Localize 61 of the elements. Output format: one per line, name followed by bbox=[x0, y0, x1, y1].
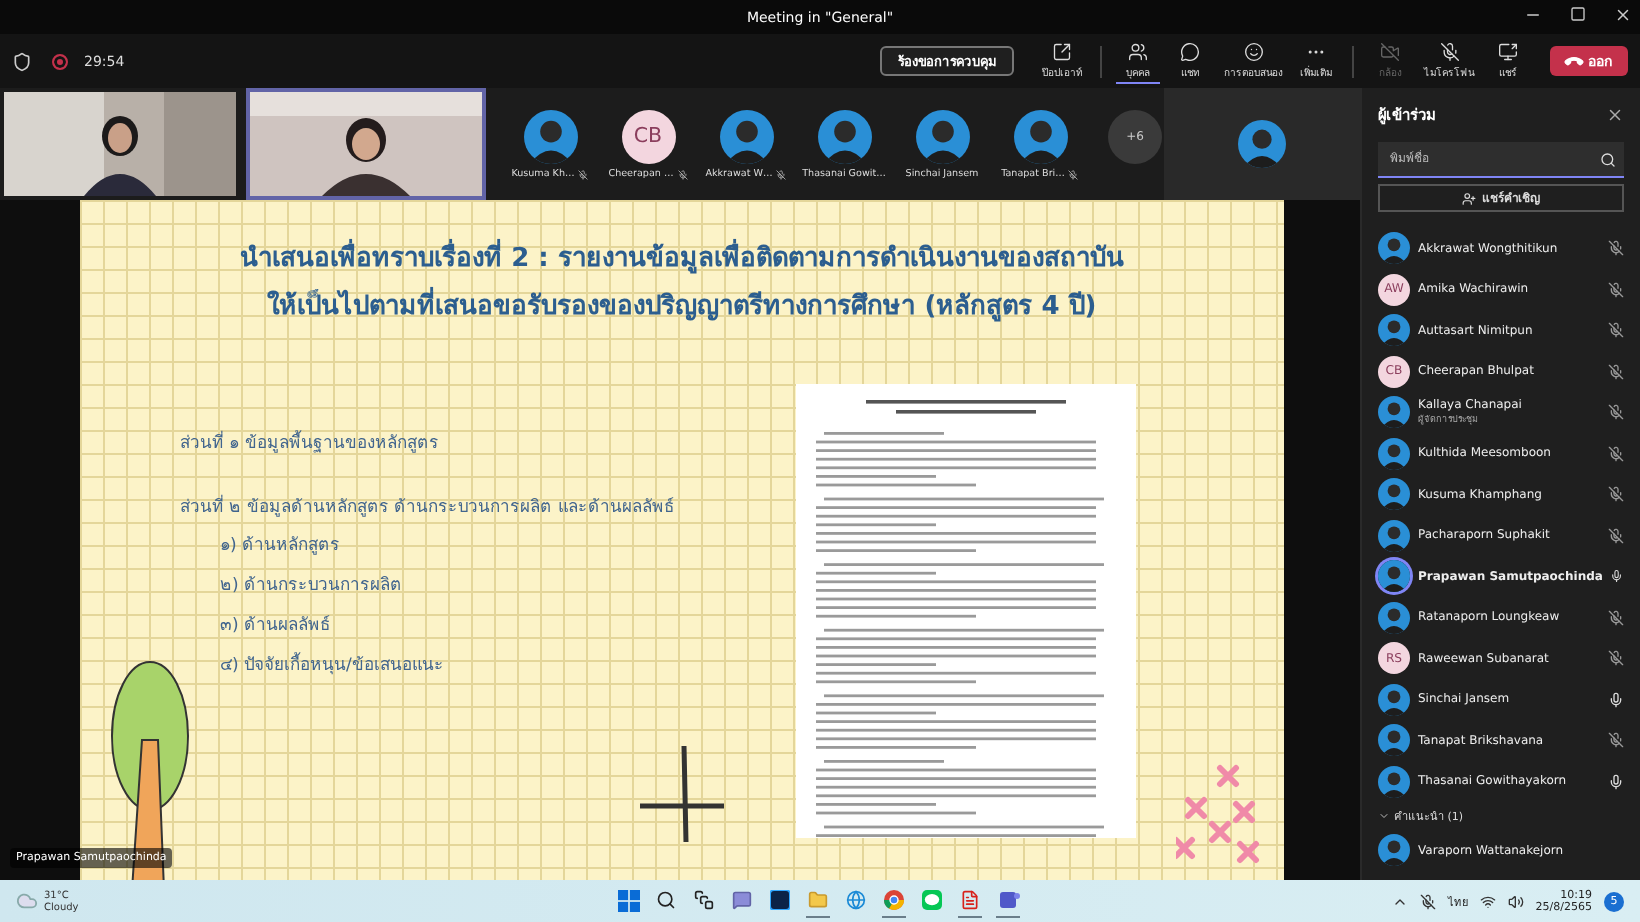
folder-icon bbox=[808, 890, 828, 910]
task-view-icon bbox=[694, 890, 714, 910]
slide-title: นำเสนอเพื่อทราบเรื่องที่ 2 : รายงานข้อมูลเพื่อติดตามการดำเนินงานของสถาบัน bbox=[80, 236, 1284, 284]
maximize-icon[interactable] bbox=[1570, 6, 1586, 22]
avatar bbox=[915, 109, 969, 163]
mic-off-icon bbox=[776, 169, 787, 179]
avatar bbox=[1378, 765, 1410, 798]
windows-logo-icon bbox=[617, 889, 639, 911]
chat-icon bbox=[1180, 42, 1200, 62]
volume-icon[interactable] bbox=[1507, 893, 1524, 909]
avatar bbox=[523, 109, 577, 163]
section-heading: ส่วนที่ ๒ ข้อมูลด้านหลักสูตร ด้านกระบวนการผลิต และด้านผลลัพธ์ bbox=[180, 492, 676, 520]
avatar bbox=[1378, 396, 1410, 429]
section-item: ๓) ด้านผลลัพธ์ bbox=[220, 613, 333, 638]
close-icon[interactable] bbox=[1614, 6, 1632, 24]
avatar bbox=[1238, 120, 1286, 168]
section-item: ๒) ด้านกระบวนการผลิต bbox=[220, 574, 405, 598]
mic-off-icon bbox=[677, 169, 688, 179]
avatar bbox=[1378, 683, 1410, 716]
smiley-icon bbox=[1243, 42, 1263, 62]
section-item: ๔) ปัจจัยเกื้อหนุน/ข้อเสนอแนะ bbox=[220, 650, 446, 678]
mic-off-icon bbox=[578, 169, 589, 179]
square-app-icon bbox=[770, 890, 790, 910]
cloud-icon bbox=[16, 890, 38, 912]
mic-off-icon bbox=[1068, 169, 1079, 179]
avatar bbox=[1378, 601, 1410, 634]
avatar bbox=[1378, 314, 1410, 347]
search-icon bbox=[1600, 151, 1616, 167]
document-icon bbox=[960, 890, 980, 910]
mic-off-icon bbox=[1439, 42, 1459, 62]
cross-drawing bbox=[640, 746, 724, 842]
avatar bbox=[719, 109, 773, 163]
shield-icon bbox=[12, 51, 32, 71]
avatar bbox=[1378, 519, 1410, 552]
round-app-icon bbox=[884, 890, 904, 910]
avatar-initials: CB bbox=[621, 109, 675, 163]
popout-icon bbox=[1052, 42, 1072, 62]
globe-icon bbox=[846, 890, 866, 910]
share-screen-icon bbox=[1498, 42, 1518, 62]
avatar bbox=[1378, 437, 1410, 470]
close-icon[interactable] bbox=[1606, 105, 1624, 123]
chat-bubble-app-icon bbox=[922, 890, 942, 910]
avatar bbox=[1378, 232, 1410, 265]
avatar bbox=[1378, 724, 1410, 757]
slide-title: ให้เป็นไปตามที่เสนอขอรับรองของปริญญาตรีทางการศึกษา (หลักสูตร 4 ปี) bbox=[80, 284, 1284, 332]
add-person-icon bbox=[1462, 191, 1476, 205]
section-heading: ส่วนที่ ๑ ข้อมูลพื้นฐานของหลักสูตร bbox=[180, 428, 441, 456]
avatar bbox=[1013, 109, 1067, 163]
camera-off-icon bbox=[1380, 42, 1400, 62]
section-item: ๑) ด้านหลักสูตร bbox=[220, 534, 343, 558]
people-icon bbox=[1128, 42, 1148, 62]
avatar bbox=[1378, 478, 1410, 511]
collapse-icon[interactable] bbox=[1378, 810, 1390, 822]
avatar bbox=[1378, 560, 1410, 593]
network-icon[interactable] bbox=[1479, 893, 1496, 909]
mic-off-icon[interactable] bbox=[1419, 893, 1436, 909]
team-app-icon bbox=[997, 890, 1019, 910]
chat-icon bbox=[732, 890, 752, 910]
avatar bbox=[817, 109, 871, 163]
search-icon bbox=[656, 890, 676, 910]
avatar bbox=[1378, 834, 1410, 867]
